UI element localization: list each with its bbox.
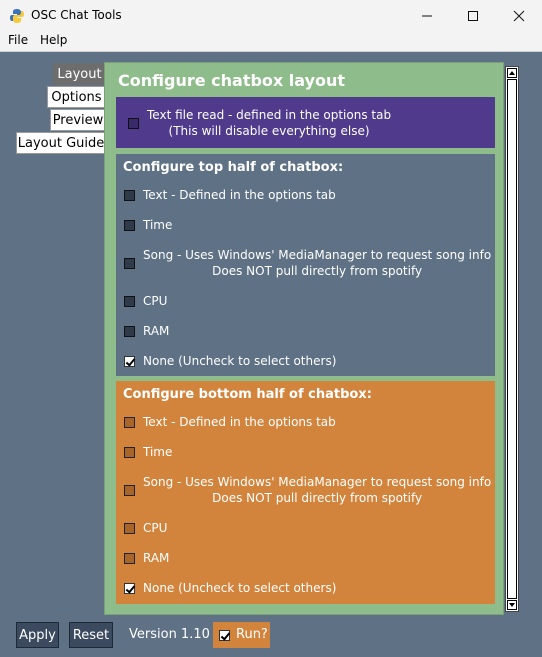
top-item-label-line1: Song - Uses Windows' MediaManager to req… — [143, 248, 492, 262]
top-item-checkbox[interactable] — [124, 219, 135, 231]
bottom-item-label-line1: Time — [143, 445, 173, 459]
top-item-checkbox[interactable] — [124, 189, 135, 201]
bottom-item-option[interactable]: RAM — [124, 550, 169, 566]
tab-layout[interactable]: Layout — [53, 63, 105, 85]
run-label: Run? — [236, 627, 268, 642]
bottom-item-label-line1: None (Uncheck to select others) — [143, 581, 337, 595]
bottom-item-checkbox[interactable] — [124, 416, 135, 428]
file-read-option[interactable]: Text file read - defined in the options … — [128, 107, 391, 139]
bottom-item-label: None (Uncheck to select others) — [143, 580, 336, 596]
panel-title: Configure chatbox layout — [118, 71, 346, 90]
bottom-item-label-line1: CPU — [143, 521, 168, 535]
top-item-label-line1: CPU — [143, 294, 168, 308]
file-read-label-line2: (This will disable everything else) — [168, 124, 370, 138]
top-item-label: None (Uncheck to select others) — [143, 353, 336, 369]
menu-bar: File Help — [0, 31, 542, 52]
tab-preview[interactable]: Preview — [50, 109, 105, 131]
bottom-item-checkbox[interactable] — [124, 552, 135, 564]
scroll-thumb[interactable] — [507, 79, 517, 599]
layout-panel: Configure chatbox layout Text file read … — [104, 62, 504, 615]
top-item-option[interactable]: CPU — [124, 293, 167, 309]
menu-file[interactable]: File — [8, 33, 28, 47]
top-item-label: RAM — [143, 323, 169, 339]
top-item-label-line1: Text - Defined in the options tab — [143, 188, 336, 202]
bottom-item-checkbox[interactable] — [124, 522, 135, 534]
bottom-item-label: RAM — [143, 550, 169, 566]
top-item-label-line1: Time — [143, 218, 173, 232]
file-read-label-line1: Text file read - defined in the options … — [147, 108, 392, 122]
tab-options[interactable]: Options — [47, 86, 105, 108]
close-button[interactable] — [496, 0, 542, 31]
bottom-item-option[interactable]: Text - Defined in the options tab — [124, 414, 336, 430]
top-item-checkbox[interactable] — [124, 295, 135, 307]
top-item-checkbox[interactable] — [124, 355, 135, 367]
reset-button[interactable]: Reset — [69, 622, 113, 648]
menu-help[interactable]: Help — [40, 33, 67, 47]
minimize-button[interactable] — [404, 0, 450, 31]
top-item-checkbox[interactable] — [124, 325, 135, 337]
python-icon — [10, 9, 24, 23]
top-item-option[interactable]: Text - Defined in the options tab — [124, 187, 336, 203]
bottom-item-option[interactable]: Time — [124, 444, 172, 460]
bottom-item-checkbox[interactable] — [124, 582, 135, 594]
run-checkbox[interactable] — [219, 629, 230, 641]
bottom-item-label: CPU — [143, 520, 167, 536]
scroll-up-arrow[interactable] — [507, 68, 517, 78]
top-item-label: Song - Uses Windows' MediaManager to req… — [143, 247, 491, 279]
close-icon — [513, 10, 525, 21]
file-read-section: Text file read - defined in the options … — [116, 97, 495, 148]
bottom-item-option[interactable]: CPU — [124, 520, 167, 536]
apply-button[interactable]: Apply — [16, 622, 59, 648]
arrow-up-icon — [509, 71, 515, 75]
bottom-item-checkbox[interactable] — [124, 484, 135, 496]
top-item-label-line1: RAM — [143, 324, 170, 338]
top-item-checkbox[interactable] — [124, 257, 135, 269]
bottom-half-title: Configure bottom half of chatbox: — [123, 387, 372, 402]
tab-bar: Layout Options Preview Layout Guide — [0, 62, 105, 162]
top-item-option[interactable]: RAM — [124, 323, 169, 339]
top-item-label: Time — [143, 217, 172, 233]
top-item-label-line1: None (Uncheck to select others) — [143, 354, 337, 368]
bottom-half-section: Configure bottom half of chatbox: Text -… — [116, 381, 495, 604]
scroll-down-arrow[interactable] — [507, 600, 517, 610]
tab-layout-guide[interactable]: Layout Guide — [16, 132, 105, 154]
bottom-item-label: Song - Uses Windows' MediaManager to req… — [143, 474, 491, 506]
vertical-scrollbar[interactable] — [505, 66, 519, 612]
bottom-item-label: Time — [143, 444, 172, 460]
file-read-checkbox[interactable] — [128, 117, 139, 129]
bottom-item-label-line1: Text - Defined in the options tab — [143, 415, 336, 429]
top-item-label-line2: Does NOT pull directly from spotify — [212, 264, 423, 278]
top-item-label: Text - Defined in the options tab — [143, 187, 336, 203]
top-item-option[interactable]: Time — [124, 217, 172, 233]
window-title: OSC Chat Tools — [31, 8, 122, 22]
bottom-item-label-line1: RAM — [143, 551, 170, 565]
bottom-item-label-line1: Song - Uses Windows' MediaManager to req… — [143, 475, 492, 489]
bottom-item-label: Text - Defined in the options tab — [143, 414, 336, 430]
arrow-down-icon — [509, 603, 515, 607]
bottom-item-option[interactable]: Song - Uses Windows' MediaManager to req… — [124, 474, 491, 506]
title-bar: OSC Chat Tools — [0, 0, 542, 31]
bottom-item-label-line2: Does NOT pull directly from spotify — [212, 491, 423, 505]
version-label: Version 1.10 — [129, 627, 210, 642]
maximize-icon — [468, 10, 478, 21]
top-half-section: Configure top half of chatbox: Text - De… — [116, 154, 495, 376]
file-read-label: Text file read - defined in the options … — [147, 107, 391, 139]
minimize-icon — [422, 15, 432, 16]
bottom-item-option[interactable]: None (Uncheck to select others) — [124, 580, 336, 596]
top-item-option[interactable]: None (Uncheck to select others) — [124, 353, 336, 369]
run-toggle[interactable]: Run? — [213, 622, 270, 648]
bottom-item-checkbox[interactable] — [124, 446, 135, 458]
top-item-label: CPU — [143, 293, 167, 309]
maximize-button[interactable] — [450, 0, 496, 31]
top-half-title: Configure top half of chatbox: — [123, 160, 344, 175]
top-item-option[interactable]: Song - Uses Windows' MediaManager to req… — [124, 247, 491, 279]
